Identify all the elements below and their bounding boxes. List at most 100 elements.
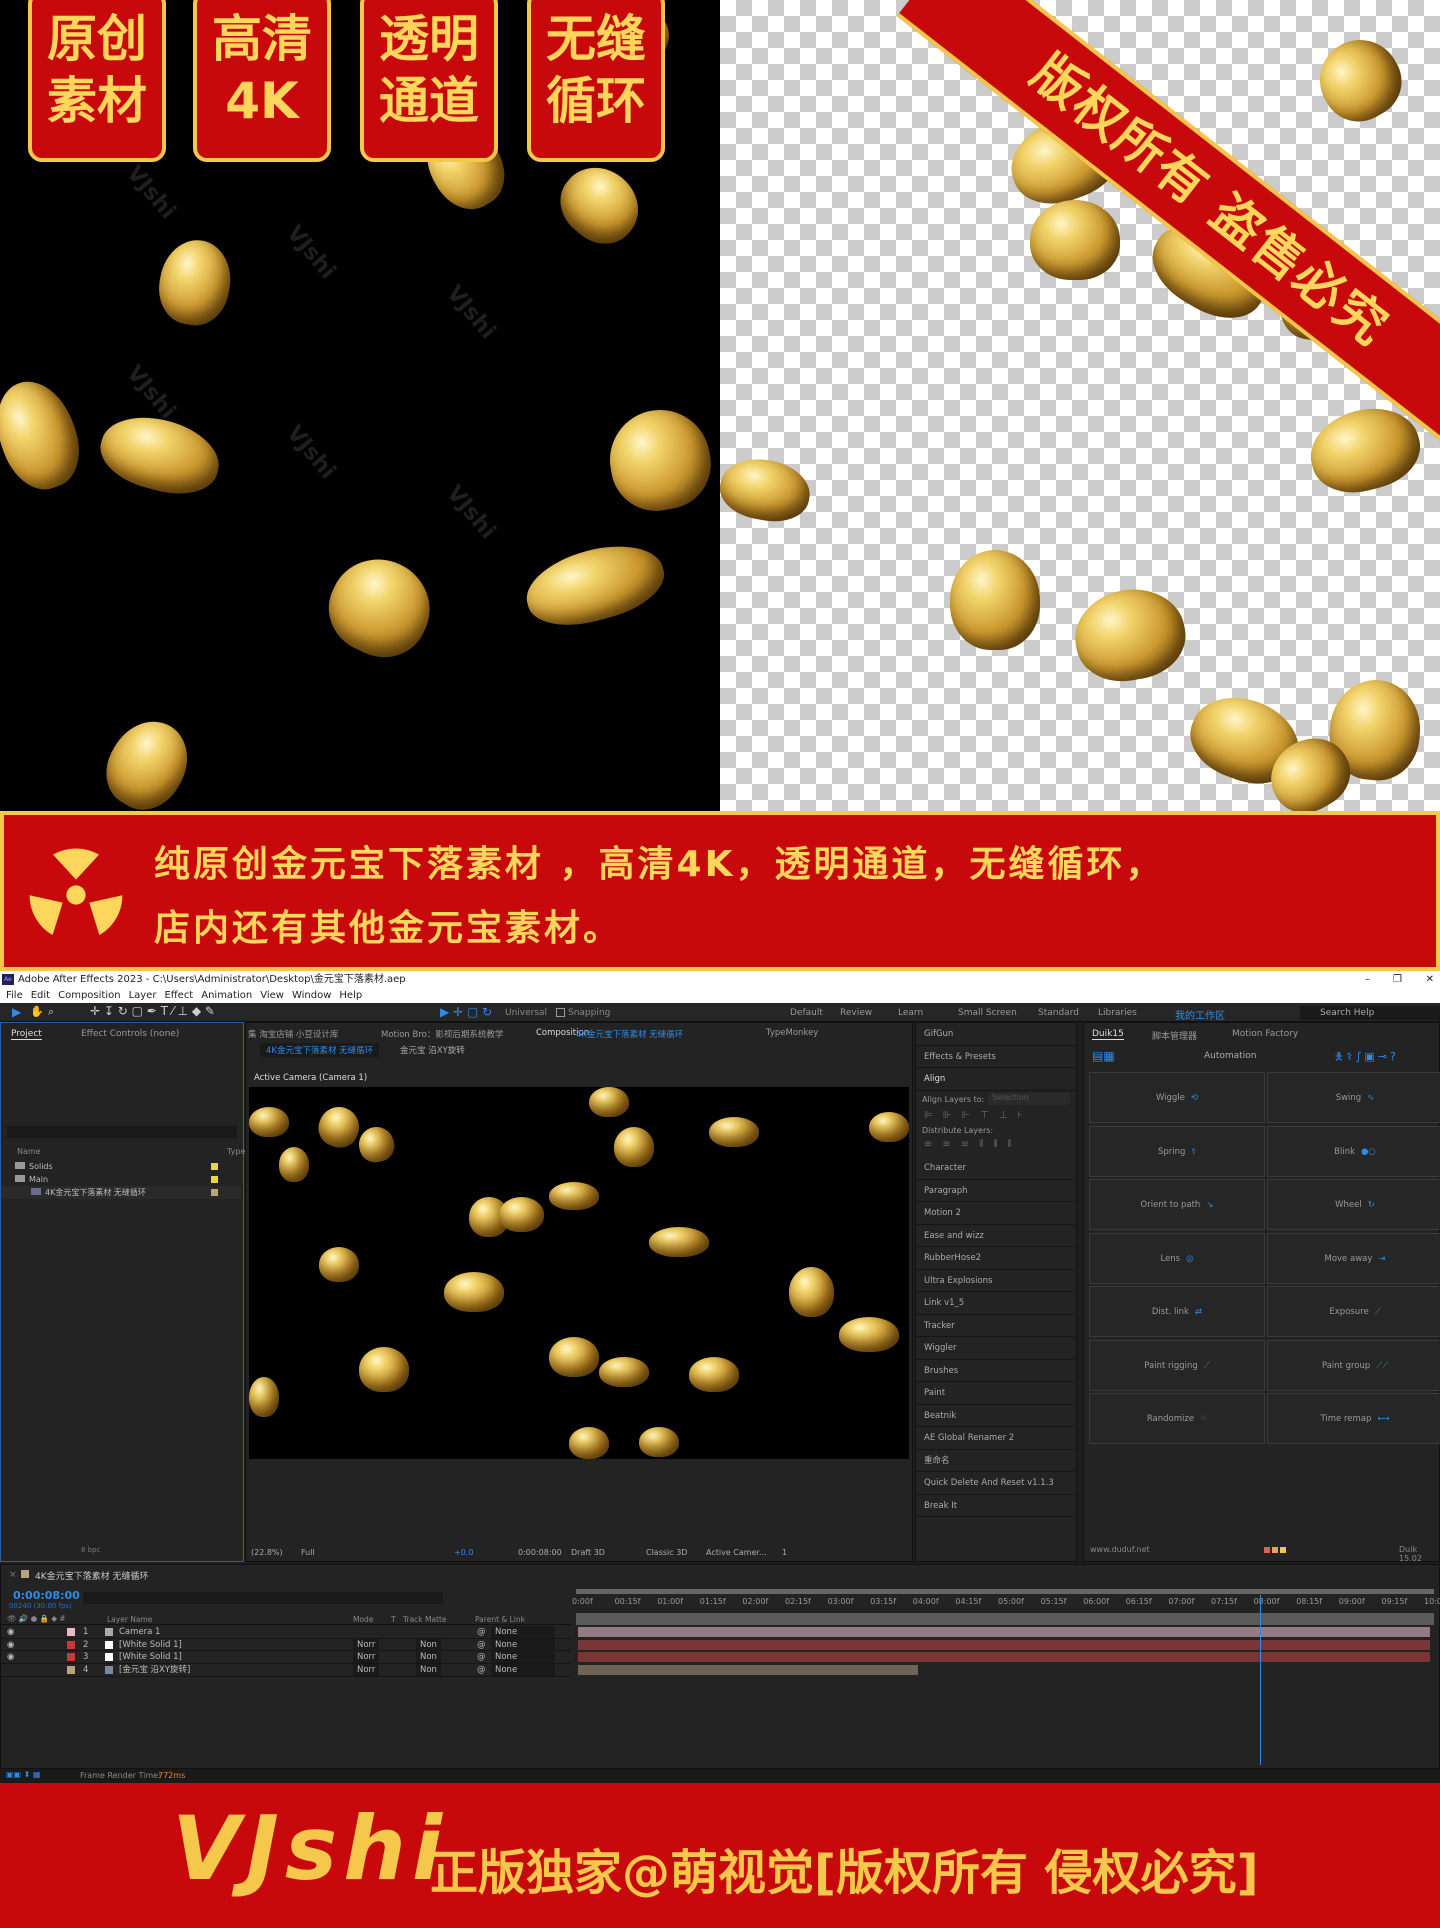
track-matte-select[interactable]: Non [416,1664,441,1677]
duik-button-paint-rigging[interactable]: Paint rigging ⟋ [1089,1339,1265,1391]
side-panel-item[interactable]: 重命名 [916,1450,1074,1472]
search-help-input[interactable]: Search Help [1300,1006,1440,1020]
duik-button-wiggle[interactable]: Wiggle ⟲ [1089,1072,1265,1123]
viewer-zoom-control[interactable]: (22.8%) [251,1548,283,1557]
side-panel-item[interactable]: Paragraph [916,1180,1074,1202]
duik-button-spring[interactable]: Spring ⚕ [1089,1125,1265,1177]
column-type[interactable]: Type [227,1147,245,1156]
menu-animation[interactable]: Animation [201,990,252,1001]
layer-row[interactable]: ◉ 1 Camera 1 @ None [1,1626,571,1639]
workspace-small-screen[interactable]: Small Screen [958,1008,1017,1018]
duik-tab-2[interactable]: Motion Factory [1232,1029,1298,1039]
menu-layer[interactable]: Layer [129,990,157,1001]
side-panel-item[interactable]: Ease and wizz [916,1225,1074,1247]
side-panel-item[interactable]: Paint [916,1382,1074,1405]
workspace-learn[interactable]: Learn [898,1008,923,1018]
mode-select[interactable]: Norr [353,1664,380,1677]
menu-effect[interactable]: Effect [164,990,193,1001]
side-panel-item[interactable]: Link v1_5 [916,1292,1074,1315]
parent-select[interactable]: None [491,1664,555,1677]
duik-button-orient-to-path[interactable]: Orient to path ↘ [1089,1179,1265,1230]
parent-pickwhip-icon[interactable]: @ [477,1639,486,1651]
menu-edit[interactable]: Edit [31,990,50,1001]
visibility-eye-icon[interactable]: ◉ [7,1639,14,1651]
duduf-link[interactable]: www.duduf.net [1090,1545,1150,1554]
duik-button-dist-link[interactable]: Dist. link ⇄ [1089,1286,1265,1337]
layer-name[interactable]: [White Solid 1] [119,1651,182,1663]
timeline-search-input[interactable] [83,1592,443,1604]
side-panel-item[interactable]: Break It [916,1495,1074,1517]
selection-tool-icon[interactable]: ▶ [12,1005,21,1019]
column-layer-name[interactable]: Layer Name [107,1615,152,1624]
workspace-standard[interactable]: Standard [1038,1008,1079,1018]
panel-gifgun[interactable]: GifGun [916,1023,1076,1046]
column-parent[interactable]: Parent & Link [475,1615,525,1624]
comp-tab-4[interactable]: TypeMonkey [766,1028,818,1038]
duik-tab-1[interactable]: 脚本管理器 [1152,1029,1197,1042]
layer-duration-bar[interactable] [578,1627,1430,1637]
duik-button-exposure[interactable]: Exposure ⟋ [1267,1286,1440,1337]
viewer-time-control[interactable]: 0:00:08:00 [518,1548,562,1557]
side-panel-item[interactable]: Quick Delete And Reset v1.1.3 [916,1472,1074,1495]
time-navigator[interactable] [576,1613,1434,1625]
breadcrumb-child[interactable]: 金元宝 沿XY旋转 [400,1044,465,1056]
current-timecode[interactable]: 0:00:08:00 [13,1589,80,1602]
project-item[interactable]: Main [1,1173,241,1186]
viewer-resolution-control[interactable]: Full [301,1548,315,1557]
timeline-comp-tab[interactable]: 4K金元宝下落素材 无缝循环 [35,1569,149,1582]
side-panel-item[interactable]: Brushes [916,1360,1074,1382]
align-buttons-icon[interactable]: ⊫⊪⊩⊤⊥⊦ [924,1110,1033,1121]
side-panel-item[interactable]: RubberHose2 [916,1247,1074,1270]
workspace-default[interactable]: Default [790,1008,823,1018]
duik-button-lens[interactable]: Lens ◎ [1089,1232,1265,1284]
panel-effects-presets[interactable]: Effects & Presets [916,1046,1076,1068]
comp-tab-1[interactable]: Motion Bro：影视后期系统教学 [381,1028,503,1040]
viewer-draft-control[interactable]: Draft 3D [571,1548,605,1557]
menu-view[interactable]: View [260,990,284,1001]
duik-tool-icons[interactable]: 🯅⚕∫▣⊸? [1334,1048,1399,1067]
parent-select[interactable]: None [491,1626,555,1638]
label-color[interactable] [67,1653,75,1662]
layer-row[interactable]: ◉ 3 [White Solid 1] Norr Non @ None [1,1651,571,1664]
bit-depth-button[interactable]: 8 bpc [81,1546,100,1554]
duik-layout-icon[interactable]: ▤▦ [1092,1049,1115,1063]
side-panel-item[interactable]: Character [916,1157,1074,1180]
duik-button-move-away[interactable]: Move away ⇥ [1267,1232,1440,1284]
mode-select[interactable]: Norr [353,1638,380,1651]
side-panel-item[interactable]: AE Global Renamer 2 [916,1427,1074,1450]
workspace-active[interactable]: 我的工作区 [1175,1007,1225,1022]
duik-button-paint-group[interactable]: Paint group ⟋⟋ [1267,1339,1440,1391]
comp-tab-0[interactable]: 集 淘宝店铺 小豆设计库 [248,1028,338,1040]
layer-duration-bar[interactable] [578,1665,918,1676]
project-item[interactable]: Solids [1,1160,241,1173]
tab-project[interactable]: Project [11,1029,42,1040]
playhead[interactable] [1259,1595,1261,1765]
close-tab-icon[interactable]: × [9,1570,17,1580]
layer-duration-bar[interactable] [578,1652,1430,1663]
column-track-matte[interactable]: Track Matte [403,1615,447,1624]
duik-button-randomize[interactable]: Randomize ⁘ [1089,1393,1265,1444]
project-item[interactable]: 4K金元宝下落素材 无缝循环 [1,1186,241,1199]
restore-button[interactable]: ❐ [1393,971,1402,988]
column-name[interactable]: Name [17,1147,41,1156]
viewer-exposure-control[interactable]: +0.0 [454,1548,473,1557]
menu-composition[interactable]: Composition [58,990,120,1001]
parent-select[interactable]: None [491,1638,555,1651]
menu-file[interactable]: File [6,990,23,1001]
side-panel-item[interactable]: Wiggler [916,1337,1074,1360]
label-color[interactable] [67,1628,75,1636]
viewer-renderer-control[interactable]: Classic 3D [646,1548,687,1557]
layer-row[interactable]: 4 [金元宝 沿XY旋转] Norr Non @ None [1,1664,571,1677]
side-panel-item[interactable]: Motion 2 [916,1202,1074,1225]
parent-pickwhip-icon[interactable]: @ [477,1664,486,1676]
layer-name[interactable]: [金元宝 沿XY旋转] [119,1664,190,1676]
layer-duration-bar[interactable] [578,1639,1430,1650]
column-mode[interactable]: Mode [353,1615,373,1624]
layer-name[interactable]: Camera 1 [119,1626,160,1638]
status-icons[interactable]: ▣▣ ⬍ ▦ [6,1770,40,1779]
duik-tab-0[interactable]: Duik15 [1092,1029,1124,1040]
visibility-eye-icon[interactable]: ◉ [7,1651,14,1663]
composition-viewer[interactable] [249,1087,909,1459]
select-mode-icon[interactable]: ▶ ✛ ▢ ↻ [440,1005,492,1019]
side-panel-item[interactable]: Tracker [916,1315,1074,1337]
